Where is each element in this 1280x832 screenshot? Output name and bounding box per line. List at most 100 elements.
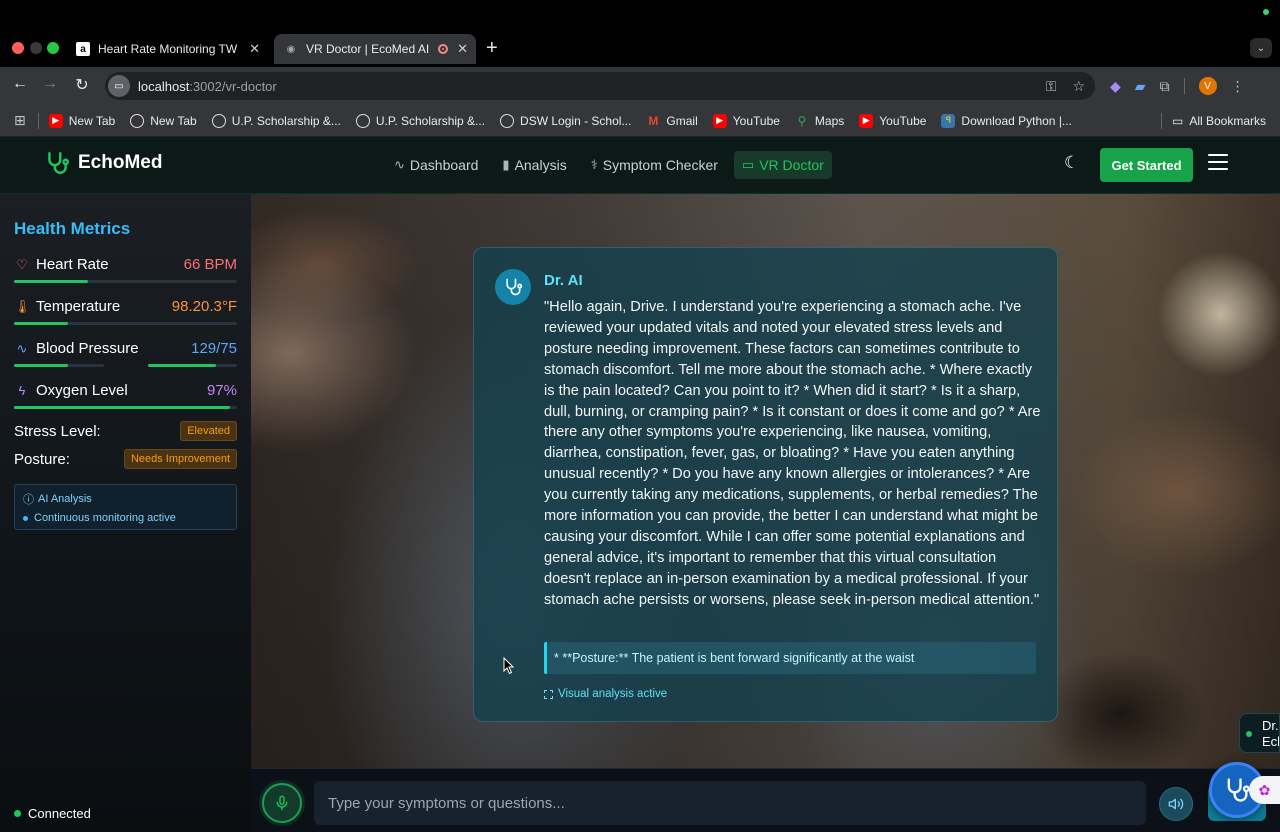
window-maximize-button[interactable] <box>47 42 59 54</box>
posture-label: Posture: <box>14 450 70 468</box>
nav-label: Dashboard <box>409 157 479 173</box>
nav-vr-doctor[interactable]: ▭ VR Doctor <box>733 151 832 179</box>
stress-label: Stress Level: <box>14 422 101 440</box>
connection-status: Connected <box>14 806 91 821</box>
moon-icon[interactable]: ☾ <box>1064 153 1079 173</box>
profile-avatar[interactable]: V <box>1198 77 1217 95</box>
new-tab-button[interactable]: + <box>486 37 498 60</box>
speaker-button[interactable] <box>1159 787 1193 821</box>
microphone-button[interactable] <box>262 783 302 823</box>
status-dot <box>1246 731 1252 737</box>
hamburger-menu-icon[interactable] <box>1208 154 1228 175</box>
bookmark-item[interactable]: DSW Login - Schol... <box>500 113 631 128</box>
brand-name: EchoMed <box>78 152 163 173</box>
stethoscope-logo-icon <box>48 152 70 174</box>
bookmark-item[interactable]: ▶ YouTube <box>712 113 780 128</box>
divider <box>1183 78 1185 94</box>
maps-icon: ⚲ <box>797 113 807 128</box>
metric-label: Oxygen Level <box>36 382 128 399</box>
browser-tab-1[interactable]: a Heart Rate Monitoring TWS E ✕ <box>68 34 268 64</box>
metric-value: 97% <box>206 382 237 399</box>
metric-bar-fill <box>14 406 231 409</box>
doctor-status-pill[interactable]: Dr.Ech <box>1239 713 1280 753</box>
heart-icon: ♡ <box>16 256 28 272</box>
bookmark-item[interactable]: M Gmail <box>646 114 697 128</box>
url-host: localhost <box>138 78 190 94</box>
bookmark-item[interactable]: ꟼ Download Python |... <box>941 113 1072 128</box>
scan-frame-icon <box>544 689 553 699</box>
pill-line-1: Dr. <box>1262 718 1279 733</box>
stethoscope-icon: ⚕ <box>590 157 598 172</box>
bookmark-star-icon[interactable]: ☆ <box>1072 78 1085 95</box>
get-started-button[interactable]: Get Started <box>1100 148 1193 182</box>
gmail-icon: M <box>648 113 659 128</box>
window-minimize-button[interactable] <box>30 42 42 54</box>
visual-observation: * **Posture:** The patient is bent forwa… <box>544 642 1036 674</box>
extension-flame-icon[interactable]: ◆ <box>1110 78 1121 95</box>
metric-label: Blood Pressure <box>36 340 139 357</box>
bookmark-item[interactable]: ▶ New Tab <box>48 113 115 128</box>
metric-temperature: 🌡︎ Temperature 98.20.3°F <box>14 298 237 325</box>
bookmark-item[interactable]: New Tab <box>130 113 197 128</box>
bookmark-item[interactable]: U.P. Scholarship &... <box>355 113 486 128</box>
thermometer-icon: 🌡︎ <box>14 298 31 314</box>
globe-favicon-icon: ◉ <box>286 43 296 55</box>
sidebar-title: Health Metrics <box>14 219 131 238</box>
tab-search-chevron-icon[interactable]: ⌄ <box>1250 38 1272 58</box>
browser-tab-strip: a Heart Rate Monitoring TWS E ✕ ◉ VR Doc… <box>0 0 1280 67</box>
metric-value: 66 BPM <box>183 256 237 273</box>
url-path: :3002/vr-doctor <box>189 78 277 94</box>
divider <box>37 112 39 129</box>
extension-translate-icon[interactable]: ▰ <box>1135 78 1146 95</box>
health-metrics-sidebar: Health Metrics ♡ Heart Rate 66 BPM 🌡︎ Temp… <box>0 194 251 832</box>
reload-icon[interactable]: ↻ <box>72 75 92 95</box>
metric-value: 129/75 <box>191 340 237 357</box>
bookmark-label: U.P. Scholarship &... <box>375 113 486 128</box>
globe-icon <box>355 113 370 128</box>
close-tab-icon[interactable]: ✕ <box>457 41 468 57</box>
all-bookmarks-button[interactable]: ▭ All Bookmarks <box>1172 114 1266 128</box>
bookmark-label: U.P. Scholarship &... <box>231 113 341 128</box>
nav-symptom-checker[interactable]: ⚕ Symptom Checker <box>583 151 726 179</box>
brand-logo[interactable]: EchoMed <box>44 150 162 176</box>
nav-label: Symptom Checker <box>602 157 718 173</box>
close-tab-icon[interactable]: ✕ <box>249 41 260 57</box>
brain-icon[interactable]: ✿ <box>1249 776 1280 804</box>
nav-analysis[interactable]: ▮ Analysis <box>494 151 574 179</box>
globe-icon <box>130 113 145 128</box>
address-bar[interactable]: ▭ localhost:3002/vr-doctor ⚿ ☆ <box>105 72 1095 100</box>
doctor-response-card: Dr. AI "Hello again, Drive. I understand… <box>473 247 1058 722</box>
youtube-icon: ▶ <box>48 113 63 128</box>
python-icon: ꟼ <box>941 113 956 128</box>
site-info-icon[interactable]: ▭ <box>108 75 130 97</box>
extensions-puzzle-icon[interactable]: ⧉ <box>1160 78 1170 95</box>
metric-label: Temperature <box>36 298 121 315</box>
browser-tab-2[interactable]: ◉ VR Doctor | EcoMed AI ✕ <box>274 34 476 64</box>
nav-dashboard[interactable]: ∿ Dashboard <box>386 151 486 179</box>
window-close-button[interactable] <box>12 42 24 54</box>
symptom-input[interactable] <box>314 781 1146 825</box>
bookmark-item[interactable]: U.P. Scholarship &... <box>211 113 341 128</box>
stress-level-row: Stress Level: Elevated <box>14 421 237 441</box>
password-key-icon[interactable]: ⚿ <box>1046 78 1057 95</box>
nav-label: VR Doctor <box>759 157 824 173</box>
pill-line-2: Ech <box>1262 734 1279 749</box>
main-nav: ∿ Dashboard ▮ Analysis ⚕ Symptom Checker ▭ V… <box>386 151 832 179</box>
ai-analysis-title: AI Analysis <box>38 493 92 505</box>
bookmark-item[interactable]: ▶ YouTube <box>859 113 926 128</box>
bookmark-label: Gmail <box>666 113 698 128</box>
mouse-cursor-icon <box>503 657 515 675</box>
browser-menu-icon[interactable]: ⋮ <box>1231 78 1245 95</box>
metric-label: Heart Rate <box>36 256 109 273</box>
video-icon: ▭ <box>741 157 755 172</box>
url-text[interactable]: localhost:3002/vr-doctor <box>138 79 277 94</box>
globe-icon <box>500 113 515 128</box>
back-arrow-icon[interactable]: ← <box>10 75 30 93</box>
bookmark-item[interactable]: ⚲ Maps <box>795 113 845 128</box>
apps-grid-icon[interactable]: ⊞ <box>14 112 26 129</box>
forward-arrow-icon[interactable]: → <box>40 75 60 93</box>
status-dot <box>14 810 21 817</box>
status-dot <box>23 515 28 521</box>
status-dot <box>1263 9 1269 15</box>
posture-row: Posture: Needs Improvement <box>14 449 237 469</box>
